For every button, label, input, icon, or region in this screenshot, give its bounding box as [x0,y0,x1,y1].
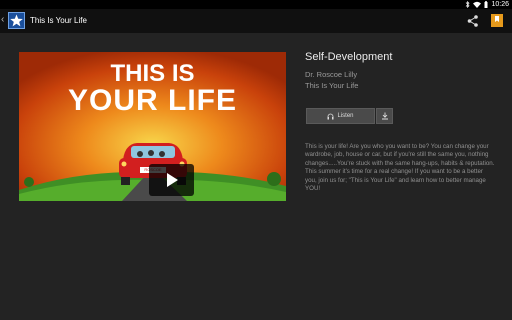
headphones-icon [327,113,334,119]
author-name: Dr. Roscoe Lilly [305,70,358,79]
bookmark-icon[interactable] [490,13,504,28]
play-icon [167,173,178,187]
battery-icon [484,1,488,8]
thumbnail-title-line-2: YOUR LIFE [67,84,237,117]
clock: 10:26 [491,1,509,8]
album-title: This Is Your Life [305,81,359,90]
listen-button[interactable]: Listen [306,108,375,124]
download-button[interactable] [376,108,393,124]
action-bar: ‹ This Is Your Life [0,9,512,33]
wifi-icon [473,1,482,8]
status-bar: 10:26 [0,0,512,9]
page-title: This Is Your Life [30,16,87,25]
bluetooth-icon [466,1,470,8]
back-chevron-icon[interactable]: ‹ [1,13,4,27]
video-thumbnail[interactable]: THIS IS YOUR LIFE ROSCOE [19,52,286,201]
category-title: Self-Development [305,51,393,63]
share-icon[interactable] [466,14,480,28]
download-icon [381,112,388,120]
play-button[interactable] [149,164,194,196]
app-logo-icon[interactable] [8,12,25,29]
description-text: This is your life! Are you who you want … [305,143,495,193]
listen-label: Listen [337,113,354,119]
